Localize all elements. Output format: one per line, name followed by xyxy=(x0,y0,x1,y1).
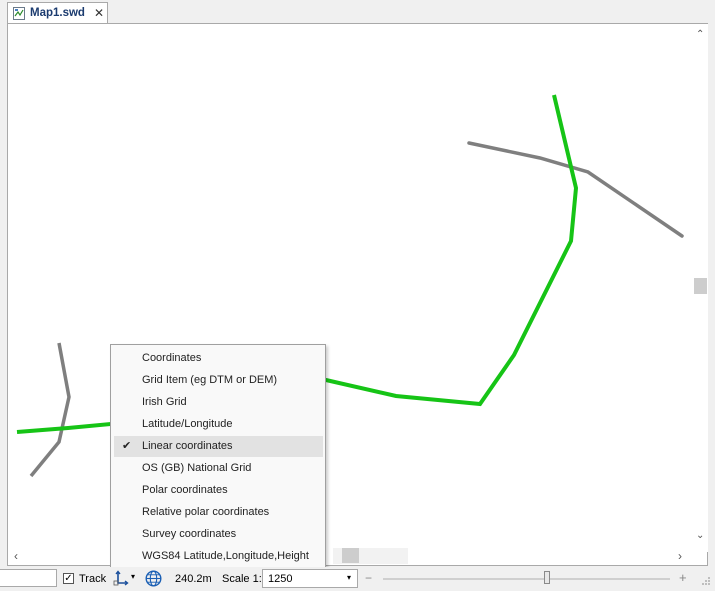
menu-item-label: Linear coordinates xyxy=(142,440,233,452)
menu-item-label: Polar coordinates xyxy=(142,484,228,496)
status-input-field[interactable] xyxy=(0,569,57,587)
close-icon[interactable]: ✕ xyxy=(94,6,104,20)
chevron-down-icon[interactable]: ▾ xyxy=(131,572,135,581)
globe-icon[interactable] xyxy=(145,570,162,587)
menu-item-label: Survey coordinates xyxy=(142,528,237,540)
coordinate-system-menu: Coordinates Grid Item (eg DTM or DEM) Ir… xyxy=(110,344,326,570)
horizontal-scroll-thumb[interactable] xyxy=(342,548,359,563)
track-label: Track xyxy=(79,573,107,585)
menu-item-linear-coordinates[interactable]: ✔ Linear coordinates xyxy=(114,436,323,457)
menu-item-relative-polar-coordinates[interactable]: Relative polar coordinates xyxy=(114,502,323,523)
distance-readout: 240.2m xyxy=(175,573,212,585)
menu-item-label: WGS84 Latitude,Longitude,Height xyxy=(142,550,309,562)
scroll-left-icon[interactable]: ‹ xyxy=(14,549,18,563)
menu-item-label: Coordinates xyxy=(142,352,202,364)
menu-item-coordinates[interactable]: Coordinates xyxy=(114,348,323,369)
scale-value: 1250 xyxy=(268,573,293,585)
zoom-out-icon[interactable]: − xyxy=(365,571,372,585)
menu-item-wgs84[interactable]: WGS84 Latitude,Longitude,Height xyxy=(114,546,323,567)
status-bar: ✓ Track ▾ 240.2m Scale 1: 1250 ▾ − + xyxy=(0,567,715,591)
menu-item-polar-coordinates[interactable]: Polar coordinates xyxy=(114,480,323,501)
coordinate-system-icon[interactable] xyxy=(113,570,129,586)
chevron-down-icon[interactable]: ▾ xyxy=(347,573,351,582)
zoom-slider-track[interactable] xyxy=(383,578,670,580)
scale-label: Scale 1: xyxy=(222,573,262,585)
zoom-in-icon[interactable]: + xyxy=(679,570,687,585)
menu-item-label: Relative polar coordinates xyxy=(142,506,270,518)
resize-grip-icon[interactable] xyxy=(701,576,711,586)
menu-item-label: Irish Grid xyxy=(142,396,187,408)
menu-item-grid-item[interactable]: Grid Item (eg DTM or DEM) xyxy=(114,370,323,391)
map-document-icon xyxy=(13,7,25,20)
menu-item-os-national-grid[interactable]: OS (GB) National Grid xyxy=(114,458,323,479)
vertical-scrollbar[interactable]: ⌃ ⌄ xyxy=(694,24,708,552)
menu-item-label: OS (GB) National Grid xyxy=(142,462,252,474)
document-tabstrip: Map1.swd ✕ xyxy=(0,0,715,24)
menu-item-label: Grid Item (eg DTM or DEM) xyxy=(142,374,278,386)
grey-line-left[interactable] xyxy=(29,342,71,478)
track-checkbox[interactable]: ✓ xyxy=(63,573,74,584)
menu-item-label: Latitude/Longitude xyxy=(142,418,233,430)
scroll-right-icon[interactable]: › xyxy=(678,549,682,563)
zoom-slider-thumb[interactable] xyxy=(544,571,550,584)
tab-title: Map1.swd xyxy=(30,7,85,19)
menu-item-latitude-longitude[interactable]: Latitude/Longitude xyxy=(114,414,323,435)
menu-item-survey-coordinates[interactable]: Survey coordinates xyxy=(114,524,323,545)
menu-item-irish-grid[interactable]: Irish Grid xyxy=(114,392,323,413)
scroll-up-icon[interactable]: ⌃ xyxy=(696,29,704,40)
scale-select[interactable]: 1250 ▾ xyxy=(262,569,358,588)
check-icon: ✔ xyxy=(122,440,132,452)
scroll-down-icon[interactable]: ⌄ xyxy=(696,530,704,541)
tab-map1[interactable]: Map1.swd ✕ xyxy=(7,2,108,24)
vertical-scroll-thumb[interactable] xyxy=(694,278,707,294)
